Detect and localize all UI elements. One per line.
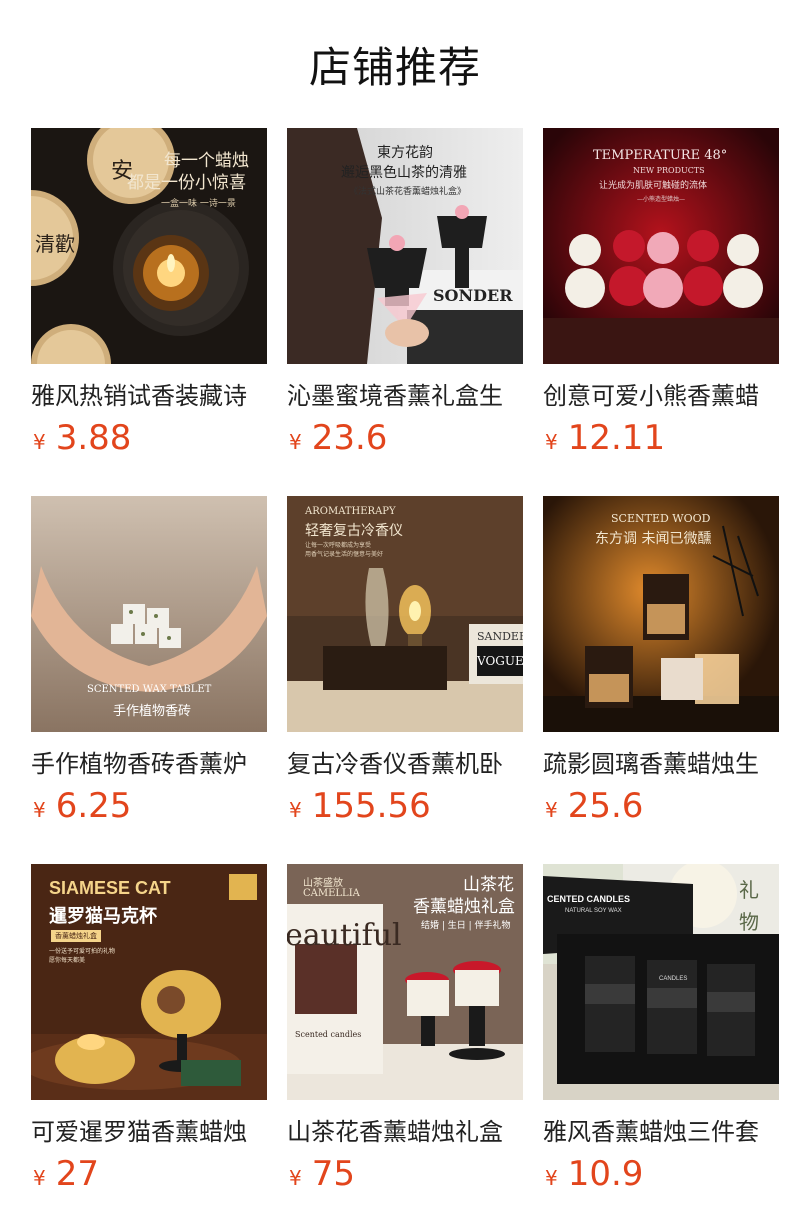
siamese-cat-cup-illustration bbox=[31, 864, 267, 1100]
product-image[interactable]: 山茶盛放 CAMELLIA 山茶花 香薰蜡烛礼盒 结婚 | 生日 | 伴手礼物 … bbox=[287, 864, 523, 1100]
product-image[interactable]: SCENTED WAX TABLET 手作植物香砖 bbox=[31, 496, 267, 732]
thumb-caption: SANDER bbox=[477, 630, 523, 643]
product-card[interactable]: 每一个蜡烛 都是一份小惊喜 一盒一味 一诗一景 安 清歡 雅风热销试香装藏诗 ¥… bbox=[31, 128, 267, 468]
product-image[interactable]: AROMATHERAPY 轻奢复古冷香仪 让每一次呼吸都成为享受 用香气记录生活… bbox=[287, 496, 523, 732]
thumb-caption: 东方调 未闻已微醺 bbox=[595, 531, 712, 547]
product-card[interactable]: SCENTED WAX TABLET 手作植物香砖 手作植物香砖香薰炉 ¥6.2… bbox=[31, 496, 267, 836]
product-name[interactable]: 手作植物香砖香薰炉 bbox=[31, 744, 267, 779]
product-price: ¥23.6 bbox=[289, 418, 387, 458]
thumb-caption: 一盒一味 一诗一景 bbox=[161, 199, 236, 209]
thumb-caption: 物 bbox=[739, 910, 759, 934]
thumb-caption: CAMELLIA bbox=[303, 888, 360, 899]
currency-symbol: ¥ bbox=[289, 1166, 302, 1190]
thumb-caption: 邂逅黑色山茶的清雅 bbox=[341, 165, 467, 181]
thumb-caption: CENTED CANDLES bbox=[547, 894, 631, 904]
thumb-caption: NATURAL SOY WAX bbox=[565, 908, 622, 914]
price-value: 6.25 bbox=[55, 786, 132, 826]
thumb-caption: TEMPERATURE 48° bbox=[593, 148, 728, 163]
thumb-caption: 安 bbox=[111, 159, 134, 184]
bear-candles-illustration bbox=[543, 128, 779, 364]
thumb-caption: 暹罗猫马克杯 bbox=[49, 906, 157, 927]
currency-symbol: ¥ bbox=[545, 1166, 558, 1190]
thumb-caption: Scented candles bbox=[295, 1030, 362, 1039]
thumb-caption: SCENTED WOOD bbox=[611, 512, 711, 525]
thumb-caption: SONDER bbox=[433, 286, 513, 305]
price-value: 10.9 bbox=[567, 1154, 644, 1194]
thumb-caption: 都是一份小惊喜 bbox=[127, 173, 246, 193]
thumb-caption: 一份送予可爱可拍的礼物 bbox=[49, 948, 116, 955]
thumb-caption: eautiful bbox=[287, 918, 402, 953]
thumb-caption: 香薰蜡烛礼盒 bbox=[413, 897, 515, 917]
product-name[interactable]: 雅风香薰蜡烛三件套 bbox=[543, 1112, 779, 1147]
product-image[interactable]: 每一个蜡烛 都是一份小惊喜 一盒一味 一诗一景 安 清歡 bbox=[31, 128, 267, 364]
product-price: ¥27 bbox=[33, 1154, 99, 1194]
price-value: 12.11 bbox=[567, 418, 666, 458]
product-price: ¥3.88 bbox=[33, 418, 131, 458]
thumb-caption: 清歡 bbox=[35, 232, 75, 256]
thumb-caption: 愿你每天都美 bbox=[49, 957, 86, 964]
product-price: ¥75 bbox=[289, 1154, 355, 1194]
price-value: 3.88 bbox=[55, 418, 132, 458]
product-card[interactable]: AROMATHERAPY 轻奢复古冷香仪 让每一次呼吸都成为享受 用香气记录生活… bbox=[287, 496, 523, 836]
product-price: ¥10.9 bbox=[545, 1154, 643, 1194]
product-card[interactable]: SCENTED WOOD 东方调 未闻已微醺 疏影圆璃香薰蜡烛生 ¥25.6 bbox=[543, 496, 779, 836]
product-image[interactable]: 礼 物 CENTED CANDLES NATURAL SOY WAX CANDL… bbox=[543, 864, 779, 1100]
price-value: 75 bbox=[311, 1154, 355, 1194]
price-value: 23.6 bbox=[311, 418, 388, 458]
product-card[interactable]: SIAMESE CAT 暹罗猫马克杯 香薰蜡烛礼盒 一份送予可爱可拍的礼物 愿你… bbox=[31, 864, 267, 1204]
product-image[interactable]: 東方花韵 邂逅黑色山茶的清雅 《法式山茶花香薰蜡烛礼盒》 SONDER bbox=[287, 128, 523, 364]
product-name[interactable]: 沁墨蜜境香薰礼盒生 bbox=[287, 376, 523, 411]
price-value: 155.56 bbox=[311, 786, 431, 826]
thumb-caption: 礼 bbox=[739, 878, 759, 902]
thumb-caption: 结婚 | 生日 | 伴手礼物 bbox=[421, 921, 511, 931]
thumb-caption: 让每一次呼吸都成为享受 bbox=[305, 542, 372, 549]
product-image[interactable]: SIAMESE CAT 暹罗猫马克杯 香薰蜡烛礼盒 一份送予可爱可拍的礼物 愿你… bbox=[31, 864, 267, 1100]
currency-symbol: ¥ bbox=[289, 430, 302, 454]
page-title: 店铺推荐 bbox=[308, 43, 481, 92]
thumb-caption: —小熊造型蜡烛— bbox=[637, 196, 686, 203]
product-card[interactable]: 東方花韵 邂逅黑色山茶的清雅 《法式山茶花香薰蜡烛礼盒》 SONDER 沁墨蜜境… bbox=[287, 128, 523, 468]
product-price: ¥12.11 bbox=[545, 418, 665, 458]
thumb-caption: VOGUE bbox=[477, 654, 523, 668]
product-image[interactable]: TEMPERATURE 48° NEW PRODUCTS 让光成为肌肤可触碰的流… bbox=[543, 128, 779, 364]
thumb-caption: NEW PRODUCTS bbox=[633, 166, 705, 175]
currency-symbol: ¥ bbox=[545, 798, 558, 822]
thumb-caption: 山茶盛放 bbox=[303, 878, 343, 889]
thumb-caption: 《法式山茶花香薰蜡烛礼盒》 bbox=[349, 187, 467, 197]
thumb-caption: 手作植物香砖 bbox=[113, 704, 192, 719]
price-value: 27 bbox=[55, 1154, 99, 1194]
thumb-caption: SIAMESE CAT bbox=[49, 878, 171, 898]
product-price: ¥25.6 bbox=[545, 786, 643, 826]
product-name[interactable]: 山茶花香薰蜡烛礼盒 bbox=[287, 1112, 523, 1147]
thumb-caption: 轻奢复古冷香仪 bbox=[305, 523, 403, 539]
product-image[interactable]: SCENTED WOOD 东方调 未闻已微醺 bbox=[543, 496, 779, 732]
currency-symbol: ¥ bbox=[289, 798, 302, 822]
product-name[interactable]: 疏影圆璃香薰蜡烛生 bbox=[543, 744, 779, 779]
thumb-caption: CANDLES bbox=[659, 976, 688, 982]
wax-tablet-hands-illustration bbox=[31, 496, 267, 732]
product-name[interactable]: 雅风热销试香装藏诗 bbox=[31, 376, 267, 411]
product-card[interactable]: 山茶盛放 CAMELLIA 山茶花 香薰蜡烛礼盒 结婚 | 生日 | 伴手礼物 … bbox=[287, 864, 523, 1204]
thumb-caption: 用香气记录生活的惬意与美好 bbox=[305, 551, 384, 558]
thumb-caption: 東方花韵 bbox=[377, 145, 433, 161]
currency-symbol: ¥ bbox=[33, 430, 46, 454]
product-name[interactable]: 创意可爱小熊香薰蜡 bbox=[543, 376, 779, 411]
thumb-caption: 让光成为肌肤可触碰的流体 bbox=[599, 181, 708, 191]
currency-symbol: ¥ bbox=[33, 798, 46, 822]
price-value: 25.6 bbox=[567, 786, 644, 826]
thumb-caption: AROMATHERAPY bbox=[305, 506, 396, 517]
currency-symbol: ¥ bbox=[33, 1166, 46, 1190]
product-card[interactable]: 礼 物 CENTED CANDLES NATURAL SOY WAX CANDL… bbox=[543, 864, 779, 1204]
thumb-caption: 香薰蜡烛礼盒 bbox=[51, 930, 101, 942]
product-name[interactable]: 可爱暹罗猫香薰蜡烛 bbox=[31, 1112, 267, 1147]
product-price: ¥6.25 bbox=[33, 786, 131, 826]
product-card[interactable]: TEMPERATURE 48° NEW PRODUCTS 让光成为肌肤可触碰的流… bbox=[543, 128, 779, 468]
currency-symbol: ¥ bbox=[545, 430, 558, 454]
thumb-caption: SCENTED WAX TABLET bbox=[87, 684, 212, 695]
product-name[interactable]: 复古冷香仪香薰机卧 bbox=[287, 744, 523, 779]
product-price: ¥155.56 bbox=[289, 786, 431, 826]
